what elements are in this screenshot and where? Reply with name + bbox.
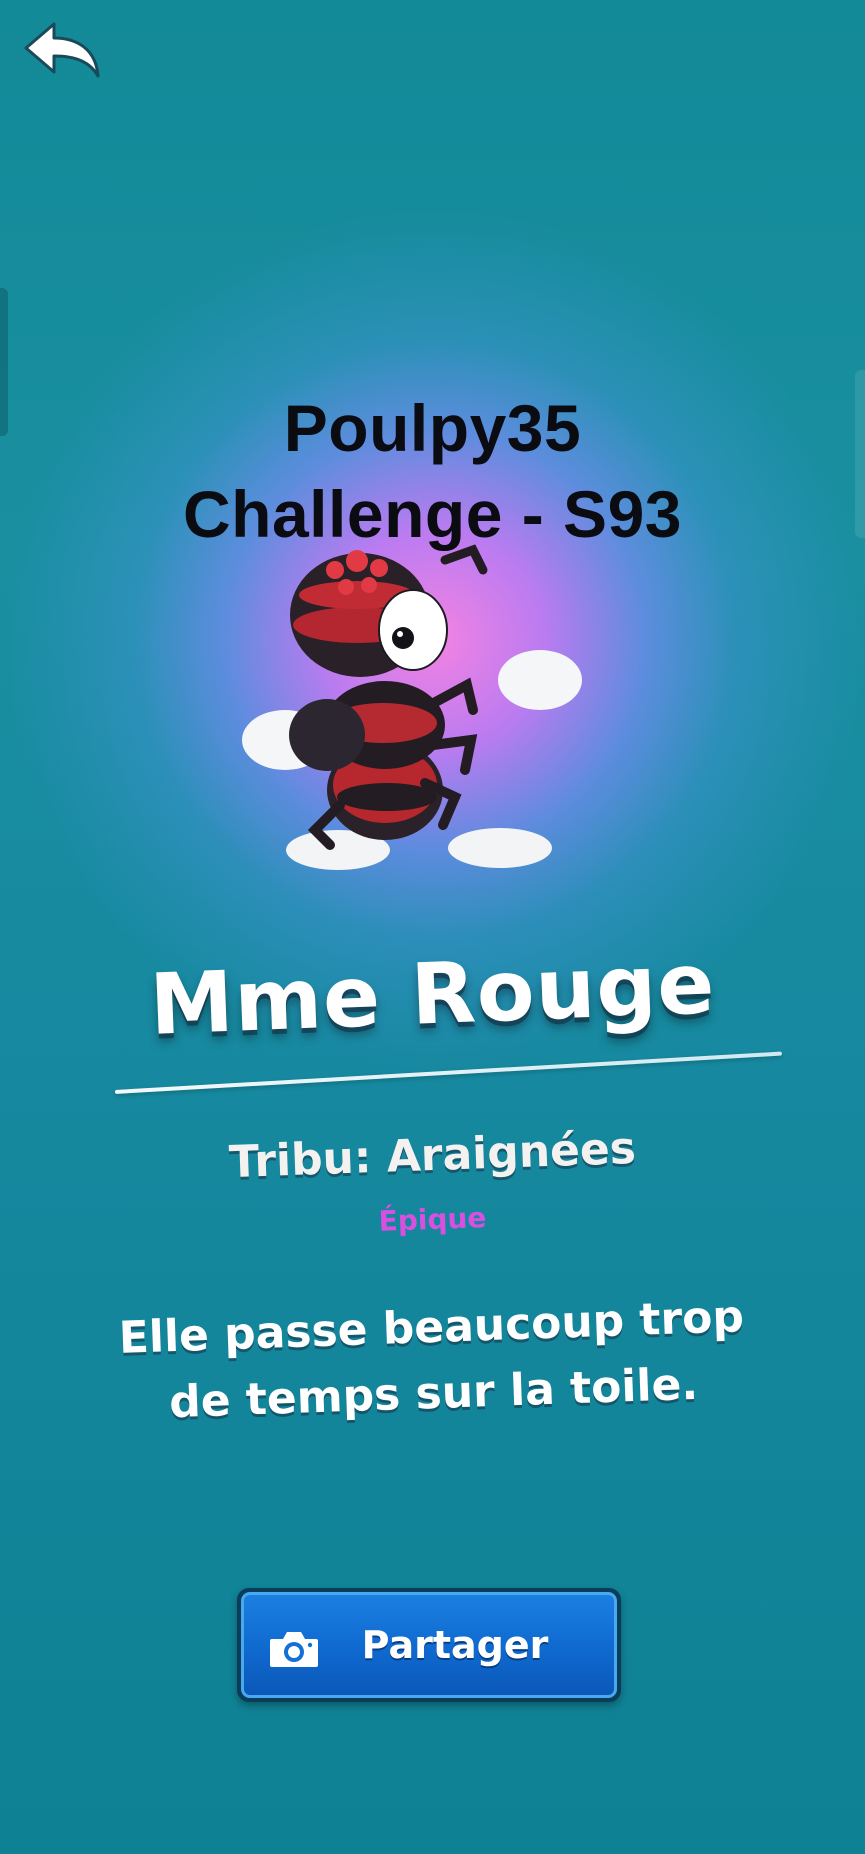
back-arrow-icon <box>24 22 100 78</box>
character-image <box>242 544 582 870</box>
title-line-1: Poulpy35 <box>283 391 582 465</box>
share-button-label: Partager <box>361 1623 549 1667</box>
title-line-2: Challenge - S93 <box>183 477 682 551</box>
share-button-face: Partager <box>241 1592 617 1698</box>
background <box>0 0 865 1854</box>
camera-icon <box>270 1632 318 1667</box>
back-button[interactable] <box>20 18 102 84</box>
page-title: Poulpy35 Challenge - S93 <box>0 385 865 557</box>
share-button[interactable]: Partager <box>237 1588 621 1702</box>
